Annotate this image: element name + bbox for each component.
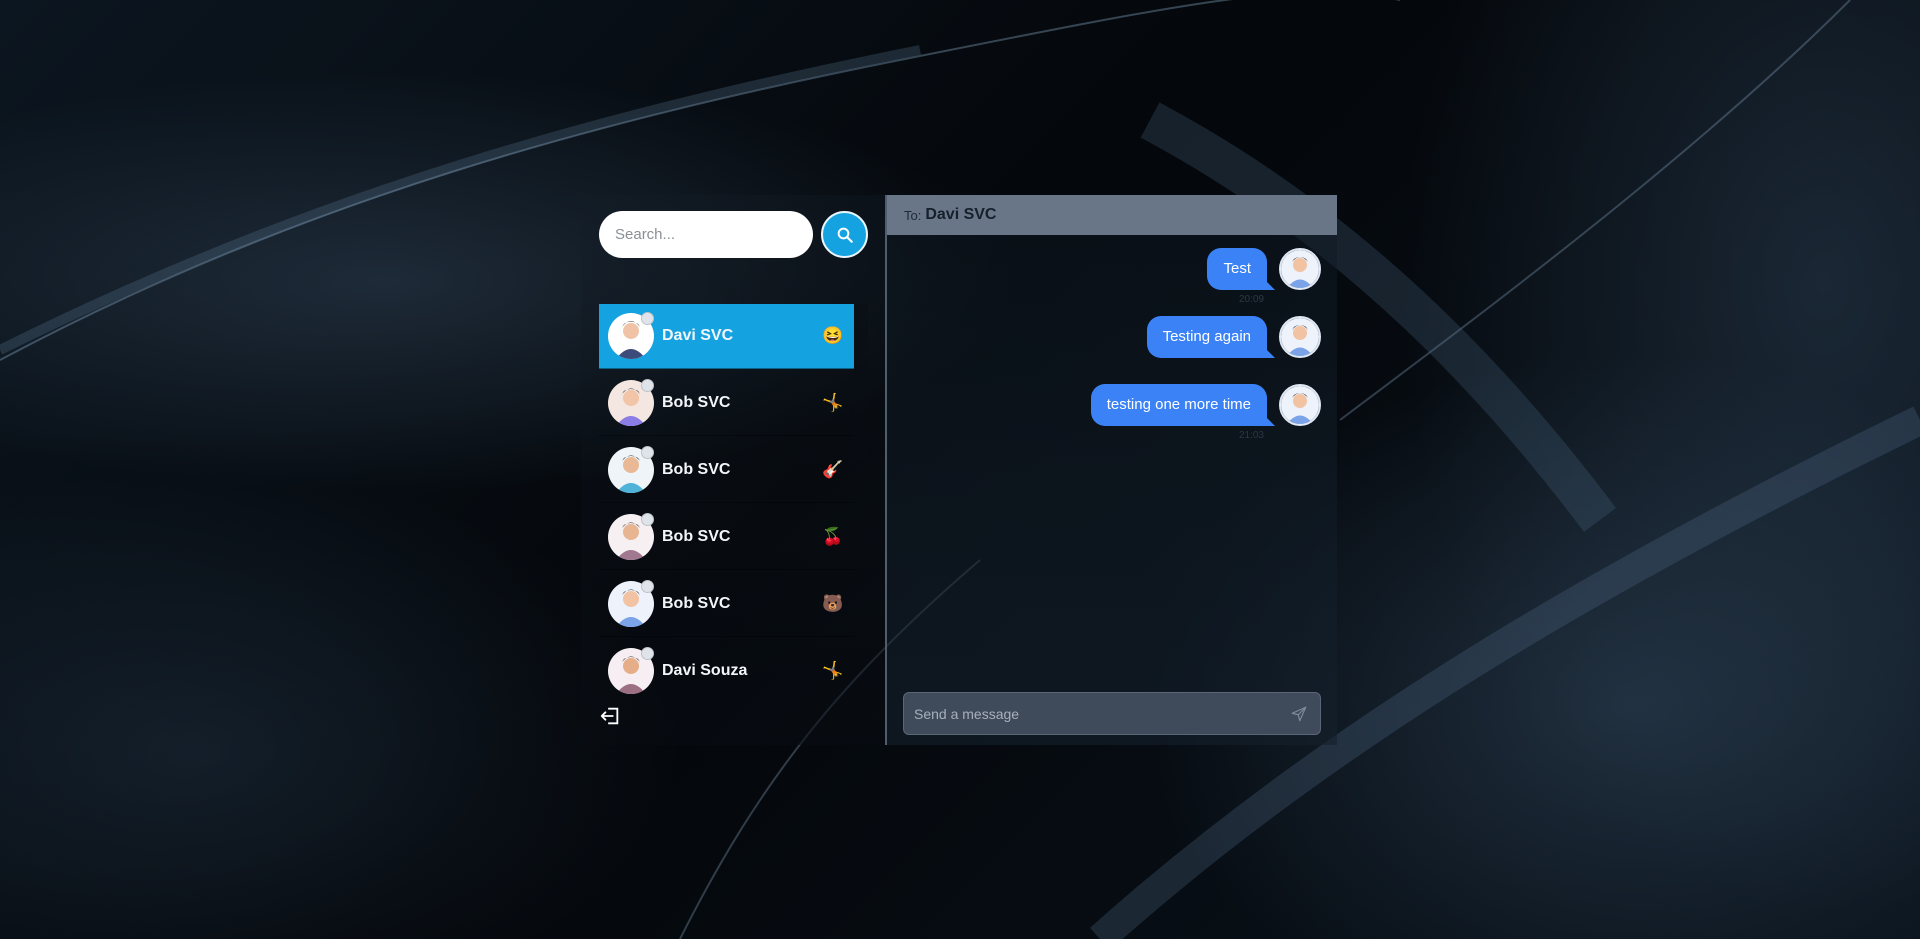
contact-item[interactable]: Bob SVC 🤸: [599, 371, 854, 436]
contact-name: Davi SVC: [662, 327, 734, 344]
message-row: Testing again: [1146, 316, 1321, 358]
search-input[interactable]: [599, 211, 813, 258]
contact-item[interactable]: Bob SVC 🍒: [599, 505, 854, 570]
status-dot: [641, 446, 654, 459]
message-avatar: [1279, 316, 1321, 358]
contact-emoji: 🤸: [822, 661, 844, 680]
message-time: 20:09: [1238, 294, 1264, 305]
status-dot: [641, 379, 654, 392]
message-bubble: testing one more time: [1090, 384, 1276, 426]
contact-name: Davi Souza: [662, 662, 748, 679]
contact-emoji: 🤸: [822, 393, 844, 412]
message-row: testing one more time: [1090, 384, 1321, 426]
status-dot: [641, 647, 654, 660]
message-input[interactable]: [904, 705, 1284, 722]
contact-emoji: 😆: [822, 326, 844, 345]
status-dot: [641, 513, 654, 526]
chat-header: To: Davi SVC: [887, 195, 1337, 235]
contact-emoji: 🐻: [822, 594, 844, 613]
to-label: To:: [904, 207, 922, 223]
message-row: Test: [1207, 248, 1321, 290]
recipient-name: Davi SVC: [925, 206, 997, 223]
message-time: 21:03: [1238, 430, 1264, 441]
send-button[interactable]: [1284, 699, 1314, 729]
search-button[interactable]: [821, 211, 868, 258]
search-icon: [837, 227, 853, 243]
contact-list-scrollbar[interactable]: [854, 304, 868, 459]
contact-item[interactable]: Davi Souza 🤸: [599, 639, 854, 700]
contact-emoji: 🍒: [822, 527, 844, 546]
status-dot: [641, 312, 654, 325]
logout-icon[interactable]: [599, 705, 621, 727]
contact-item[interactable]: Davi SVC 😆: [599, 304, 854, 369]
send-icon: [1291, 706, 1307, 721]
contact-item[interactable]: Bob SVC 🐻: [599, 572, 854, 637]
message-composer: [903, 692, 1321, 735]
contact-name: Bob SVC: [662, 394, 731, 411]
message-bubble: Testing again: [1146, 316, 1276, 358]
contact-name: Bob SVC: [662, 595, 731, 612]
contact-item[interactable]: Bob SVC 🎸: [599, 438, 854, 503]
message-avatar: [1279, 248, 1321, 290]
chat-panel: To: Davi SVC Test 20:09 Testing again te…: [885, 195, 1337, 745]
message-avatar: [1279, 384, 1321, 426]
contact-emoji: 🎸: [822, 460, 844, 479]
contacts-panel: Davi SVC 😆 Bob SVC 🤸 Bob SVC 🎸 Bob SVC: [581, 195, 886, 745]
contact-list: Davi SVC 😆 Bob SVC 🤸 Bob SVC 🎸 Bob SVC 🍒…: [599, 304, 854, 700]
message-bubble: Test: [1207, 248, 1275, 290]
contact-name: Bob SVC: [662, 461, 731, 478]
contact-name: Bob SVC: [662, 528, 731, 545]
status-dot: [641, 580, 654, 593]
